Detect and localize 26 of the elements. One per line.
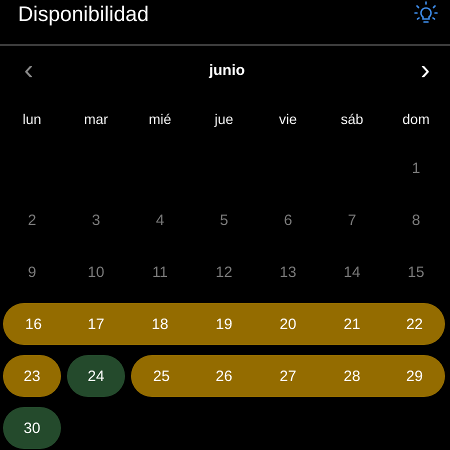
next-month-button[interactable]: › bbox=[416, 56, 434, 84]
calendar-day[interactable]: 27 bbox=[280, 368, 296, 384]
weekday-label: dom bbox=[402, 111, 430, 127]
calendar-day[interactable]: 26 bbox=[216, 368, 232, 384]
weekday-label: mar bbox=[84, 111, 108, 127]
month-label: junio bbox=[209, 62, 245, 78]
weekday-label: vie bbox=[279, 111, 297, 127]
weekday-label: lun bbox=[22, 111, 42, 127]
weekday-label: jue bbox=[214, 111, 234, 127]
calendar-day[interactable]: 22 bbox=[406, 316, 423, 332]
calendar-day[interactable]: 20 bbox=[280, 316, 296, 332]
calendar-day[interactable]: 17 bbox=[88, 316, 104, 332]
calendar-day[interactable]: 28 bbox=[344, 368, 360, 384]
calendar-day[interactable]: 19 bbox=[216, 316, 232, 332]
calendar-day[interactable]: 16 bbox=[25, 316, 42, 332]
weekday-label: mié bbox=[148, 111, 172, 127]
calendar-day[interactable]: 18 bbox=[152, 316, 168, 332]
screen-title: Disponibilidad bbox=[18, 3, 149, 27]
calendar-day[interactable]: 24 bbox=[88, 368, 104, 384]
weekday-label: sáb bbox=[340, 111, 364, 127]
calendar-day[interactable]: 23 bbox=[24, 368, 40, 384]
calendar-day[interactable]: 25 bbox=[153, 368, 170, 384]
calendar-day[interactable]: 21 bbox=[344, 316, 360, 332]
calendar-day[interactable]: 30 bbox=[24, 420, 40, 436]
calendar-day[interactable]: 29 bbox=[406, 368, 423, 384]
previous-month-button[interactable]: ‹ bbox=[20, 56, 38, 84]
